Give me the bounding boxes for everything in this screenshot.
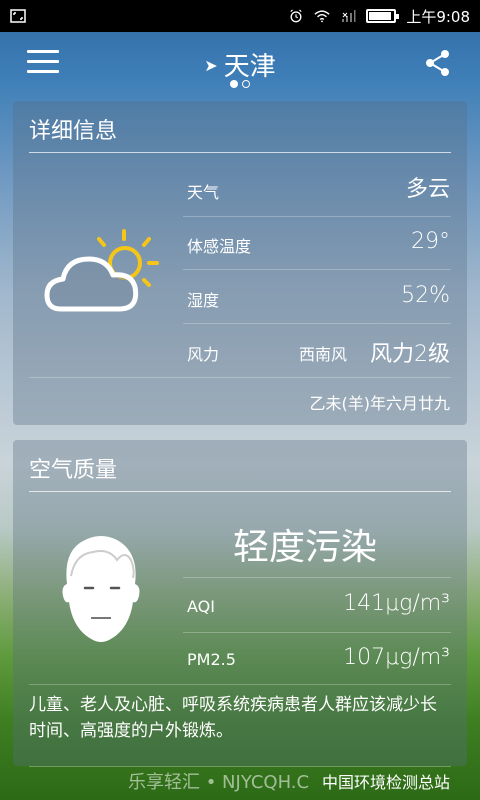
battery-icon bbox=[366, 9, 400, 23]
status-bar: 上午9:08 bbox=[0, 0, 480, 32]
air-title: 空气质量 bbox=[29, 458, 118, 483]
aqi-value: 141μg/m³ bbox=[343, 591, 450, 616]
location-arrow-icon: ➤ bbox=[204, 56, 218, 75]
data-source: 中国环境检测总站 bbox=[321, 773, 450, 792]
row-divider bbox=[29, 684, 451, 685]
page-dot-active bbox=[230, 80, 238, 88]
city-title[interactable]: ➤ 天津 bbox=[0, 46, 480, 83]
footer: 乐享轻汇 • NJYCQH.C 中国环境检测总站 bbox=[0, 766, 480, 793]
share-icon bbox=[426, 50, 449, 76]
top-bar: ➤ 天津 bbox=[0, 32, 480, 94]
wifi-icon bbox=[314, 10, 330, 23]
pm25-label: PM2.5 bbox=[187, 650, 236, 669]
row-divider bbox=[183, 632, 451, 633]
humidity-label: 湿度 bbox=[187, 291, 220, 310]
lunar-date: 乙未(羊)年六月廿九 bbox=[309, 394, 451, 413]
humidity-value: 52% bbox=[401, 283, 450, 308]
page-indicator bbox=[0, 80, 480, 88]
row-divider bbox=[29, 377, 451, 378]
page-dot-inactive bbox=[242, 80, 250, 88]
feels-value: 29° bbox=[411, 229, 450, 254]
wind-value: 风力2级 bbox=[370, 342, 450, 367]
detail-card: 详细信息 天气 多云 体感温度 29° 湿度 52% 风力 西南风 风力2级 乙… bbox=[13, 101, 467, 425]
weather-value: 多云 bbox=[405, 177, 450, 202]
pm25-value: 107μg/m³ bbox=[343, 645, 450, 670]
signal-icon bbox=[342, 10, 356, 22]
alarm-icon bbox=[290, 9, 302, 23]
air-quality-card: 空气质量 轻度污染 AQI 141μg/m³ PM2.5 107μg/m³ 儿童… bbox=[13, 440, 467, 766]
city-name: 天津 bbox=[223, 52, 276, 82]
share-button[interactable] bbox=[424, 48, 452, 78]
aqi-label: AQI bbox=[187, 597, 215, 616]
feels-label: 体感温度 bbox=[187, 237, 252, 256]
divider bbox=[29, 152, 451, 153]
row-divider bbox=[183, 577, 451, 578]
row-divider bbox=[183, 269, 451, 270]
row-divider bbox=[183, 216, 451, 217]
weather-label: 天气 bbox=[187, 183, 220, 202]
status-time: 上午9:08 bbox=[406, 7, 470, 26]
watermark: 乐享轻汇 • NJYCQH.C bbox=[128, 772, 310, 793]
partly-cloudy-icon bbox=[44, 229, 159, 312]
pollution-level: 轻度污染 bbox=[233, 527, 378, 568]
detail-title: 详细信息 bbox=[29, 119, 118, 144]
footer-divider bbox=[29, 766, 451, 767]
divider bbox=[29, 491, 451, 492]
screenshot-icon bbox=[10, 9, 26, 23]
wind-label: 风力 bbox=[187, 345, 220, 364]
health-advice: 儿童、老人及心脏、呼吸系统疾病患者人群应该减少长时间、高强度的户外锻炼。 bbox=[29, 695, 437, 741]
wind-direction: 西南风 bbox=[298, 345, 347, 364]
row-divider bbox=[183, 323, 451, 324]
